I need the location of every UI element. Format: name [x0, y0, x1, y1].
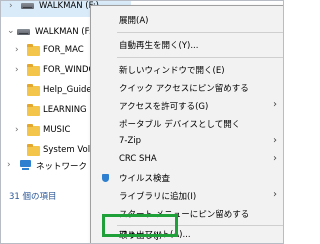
menu-item-autoplay[interactable]: 自動再生を開く(Y)...	[91, 35, 283, 55]
folder-icon	[27, 84, 40, 96]
menu-item-crc-sha[interactable]: CRC SHA ›	[91, 150, 283, 170]
menu-separator	[117, 57, 283, 58]
context-menu: 展開(A) 自動再生を開く(Y)... 新しいウィンドウで開く(E) クイック …	[90, 5, 283, 243]
menu-item-label: 新しいウィンドウで開く(E)	[119, 66, 225, 76]
folder-icon	[27, 64, 40, 76]
tree-item-label: Help_Guide	[43, 85, 92, 95]
eject-highlight-box	[102, 214, 178, 237]
menu-item-label: ポータブル デバイスとして開く	[119, 120, 241, 130]
chevron-right-icon[interactable]: ›	[15, 65, 19, 75]
chevron-down-icon[interactable]: ⌄	[7, 26, 15, 36]
menu-item-label: ライブラリに追加(I)	[119, 192, 197, 202]
chevron-right-icon: ›	[273, 153, 277, 164]
chevron-right-icon[interactable]: ›	[15, 125, 19, 135]
drive-icon	[21, 3, 34, 9]
folder-icon	[27, 44, 40, 56]
chevron-right-icon[interactable]: ›	[15, 45, 19, 55]
chevron-right-icon: ›	[273, 189, 277, 200]
shield-icon	[102, 174, 109, 182]
menu-item-open-portable[interactable]: ポータブル デバイスとして開く	[91, 114, 283, 134]
menu-item-label: CRC SHA	[119, 154, 157, 164]
menu-item-label: 展開(A)	[119, 16, 149, 26]
tree-item-label: WALKMAN (F:)	[35, 27, 95, 37]
tree-item-label: MUSIC	[43, 125, 71, 135]
chevron-right-icon: ›	[273, 135, 277, 146]
menu-item-label: クイック アクセスにピン留めする	[119, 84, 249, 94]
menu-item-virus-scan[interactable]: ウイルス検査	[91, 168, 283, 188]
folder-icon	[27, 144, 40, 156]
network-icon	[19, 160, 32, 171]
tree-item-label: FOR_MAC	[43, 45, 84, 55]
menu-item-pin-quick-access[interactable]: クイック アクセスにピン留めする	[91, 78, 283, 98]
menu-item-label: 自動再生を開く(Y)...	[119, 41, 199, 51]
folder-icon	[27, 124, 40, 136]
menu-item-label: アクセスを許可する(G)	[119, 102, 209, 112]
drive-icon	[17, 29, 30, 35]
menu-item-label: 7-Zip	[119, 136, 142, 146]
menu-item-grant-access[interactable]: アクセスを許可する(G) ›	[91, 96, 283, 116]
menu-item-label: ウイルス検査	[119, 174, 171, 184]
explorer-window: › WALKMAN (F:) ⌄ WALKMAN (F:) › FOR_MAC …	[0, 0, 284, 244]
chevron-right-icon: ›	[273, 99, 277, 110]
item-count-status: 31 個の項目	[9, 192, 57, 202]
tree-item-label: ネットワーク	[36, 162, 88, 172]
folder-icon	[27, 104, 40, 116]
menu-item-7zip[interactable]: 7-Zip ›	[91, 132, 283, 152]
chevron-right-icon[interactable]: ›	[9, 1, 13, 11]
menu-item-new-window[interactable]: 新しいウィンドウで開く(E)	[91, 60, 283, 80]
menu-item-add-library[interactable]: ライブラリに追加(I) ›	[91, 186, 283, 206]
menu-item-expand[interactable]: 展開(A)	[91, 10, 283, 30]
menu-separator	[117, 32, 283, 33]
chevron-right-icon[interactable]: ›	[7, 160, 11, 170]
tree-item-label: LEARNING	[43, 105, 87, 115]
